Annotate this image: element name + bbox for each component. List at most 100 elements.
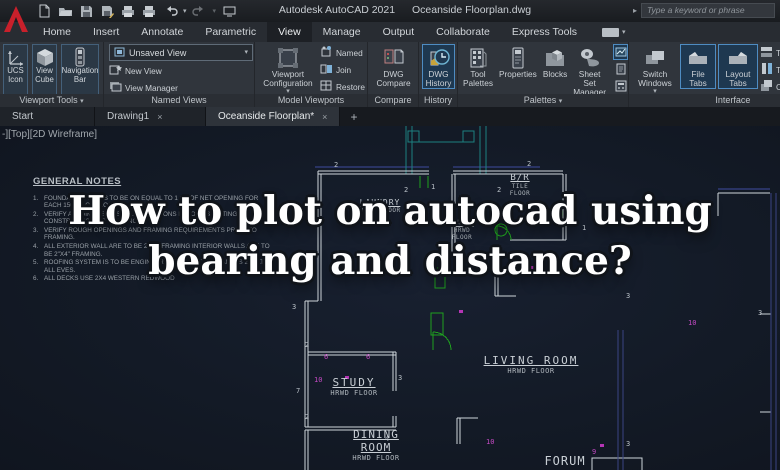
tool-palettes-button[interactable]: Tool Palettes bbox=[461, 44, 495, 89]
autocad-window: ▾ ▾ Autodesk AutoCAD 2021 Oceanside Floo… bbox=[0, 0, 780, 470]
panel-title: Interface bbox=[715, 95, 751, 105]
cascade-button[interactable]: Cascade bbox=[760, 79, 780, 94]
tab-view[interactable]: View bbox=[267, 22, 312, 42]
ribbon: UCS Icon View Cube Navigation Bar Viewpo… bbox=[0, 42, 780, 107]
save-as-icon[interactable] bbox=[99, 3, 115, 19]
redo-icon[interactable] bbox=[192, 3, 208, 19]
tag-marker: 10 bbox=[314, 376, 323, 384]
panel-named-views: Unsaved View ▾ New View View Manager Nam… bbox=[104, 42, 255, 107]
sheet-set-manager-button[interactable]: Sheet Set Manager bbox=[571, 44, 608, 94]
plot-icon[interactable] bbox=[120, 3, 136, 19]
view-manager-label: View Manager bbox=[125, 82, 178, 93]
ribbon-tab-bar: Home Insert Annotate Parametric View Man… bbox=[0, 22, 780, 42]
panel-palettes: Tool Palettes Properties Blocks Sheet Se… bbox=[458, 42, 629, 107]
dim-marker: 2 bbox=[334, 161, 339, 169]
tag-marker: 10 bbox=[688, 319, 697, 327]
tag-marker: 10 bbox=[486, 438, 495, 446]
layout-tabs-button[interactable]: Layout Tabs bbox=[718, 44, 758, 89]
view-combo[interactable]: Unsaved View ▾ bbox=[109, 44, 253, 61]
file-tab-drawing1[interactable]: Drawing1 × bbox=[95, 107, 206, 126]
calc-palette-icon[interactable] bbox=[613, 78, 628, 94]
tab-output[interactable]: Output bbox=[372, 22, 426, 42]
undo-caret-icon[interactable]: ▾ bbox=[183, 8, 187, 15]
tile-vertically-label: Tile Vertically bbox=[776, 64, 780, 75]
panel-caret-icon: ▾ bbox=[80, 98, 84, 105]
panel-footer-compare[interactable]: Compare bbox=[368, 94, 418, 107]
tab-collaborate[interactable]: Collaborate bbox=[425, 22, 501, 42]
dim-marker: 3 bbox=[398, 374, 403, 382]
save-icon[interactable] bbox=[78, 3, 94, 19]
panel-footer-named-views[interactable]: Named Views bbox=[104, 94, 254, 107]
new-drawing-tab-button[interactable]: + bbox=[340, 107, 367, 126]
named-viewports-button[interactable]: Named bbox=[320, 45, 365, 60]
ucs-icon-label: UCS Icon bbox=[7, 66, 24, 84]
search-input[interactable]: Type a keyword or phrase bbox=[641, 3, 775, 18]
file-tab-oceanside-floorplan[interactable]: Oceanside Floorplan* × bbox=[206, 107, 341, 126]
autocad-logo[interactable] bbox=[3, 2, 29, 36]
switch-windows-button[interactable]: Switch Windows ▾ bbox=[632, 44, 678, 94]
layout-tabs-label: Layout Tabs bbox=[725, 69, 751, 88]
dim-marker: 2 bbox=[305, 413, 310, 421]
viewport-configuration-label: Viewport Configuration bbox=[263, 69, 313, 88]
visual-styles-icon[interactable] bbox=[613, 44, 628, 60]
dwg-history-button[interactable]: DWG History bbox=[422, 44, 455, 89]
file-tabs-button[interactable]: File Tabs bbox=[680, 44, 716, 89]
new-view-button[interactable]: New View bbox=[109, 63, 253, 78]
view-manager-icon bbox=[109, 80, 122, 94]
file-tab-bar: Start Drawing1 × Oceanside Floorplan* × … bbox=[0, 107, 780, 126]
close-icon[interactable]: × bbox=[157, 112, 162, 122]
blocks-button[interactable]: Blocks bbox=[541, 44, 569, 80]
panel-title: Named Views bbox=[151, 95, 207, 105]
tab-insert[interactable]: Insert bbox=[82, 22, 130, 42]
tile-horizontally-button[interactable]: Tile Horizontally bbox=[760, 45, 780, 60]
tab-annotate[interactable]: Annotate bbox=[130, 22, 194, 42]
redo-caret-icon[interactable]: ▾ bbox=[213, 8, 217, 15]
close-icon[interactable]: × bbox=[322, 112, 327, 122]
dim-marker: 2 bbox=[305, 341, 310, 349]
view-cube-button[interactable]: View Cube bbox=[32, 44, 57, 94]
properties-button[interactable]: Properties bbox=[497, 44, 539, 80]
viewport-configuration-button[interactable]: Viewport Configuration ▾ bbox=[258, 44, 318, 94]
dwg-compare-label: DWG Compare bbox=[376, 69, 411, 88]
file-tab-label: Start bbox=[12, 111, 34, 122]
navigation-bar-button[interactable]: Navigation Bar bbox=[61, 44, 99, 94]
tab-express-tools[interactable]: Express Tools bbox=[501, 22, 588, 42]
tab-parametric[interactable]: Parametric bbox=[194, 22, 267, 42]
title-bar: ▾ ▾ Autodesk AutoCAD 2021 Oceanside Floo… bbox=[0, 0, 780, 22]
panel-footer-interface[interactable]: Interface bbox=[629, 94, 780, 107]
cascade-label: Cascade bbox=[776, 81, 780, 92]
markup-palette-icon[interactable] bbox=[613, 61, 628, 77]
ucs-icon-button[interactable]: UCS Icon bbox=[3, 44, 28, 94]
viewport-configuration-icon bbox=[277, 47, 299, 69]
panel-title: Viewport Tools bbox=[19, 95, 78, 105]
panel-title: Model Viewports bbox=[277, 95, 345, 105]
tab-home[interactable]: Home bbox=[32, 22, 82, 42]
panel-footer-model-viewports[interactable]: Model Viewports bbox=[255, 94, 367, 107]
palette-mini-grid bbox=[613, 44, 628, 94]
file-tab-start[interactable]: Start bbox=[0, 107, 95, 126]
open-folder-icon[interactable] bbox=[57, 3, 73, 19]
room-label-living-room: LIVING ROOM HRWD FLOOR bbox=[483, 354, 579, 375]
dwg-compare-button[interactable]: DWG Compare bbox=[371, 44, 416, 89]
tile-vertically-button[interactable]: Tile Vertically bbox=[760, 62, 780, 77]
restore-viewports-button[interactable]: Restore bbox=[320, 79, 365, 94]
panel-footer-palettes[interactable]: Palettes ▾ bbox=[458, 94, 628, 107]
search-expand-icon[interactable]: ▸ bbox=[633, 6, 637, 15]
new-file-icon[interactable] bbox=[36, 3, 52, 19]
viewport-controls[interactable]: -][Top][2D Wireframe] bbox=[2, 129, 97, 140]
ribbon-panel-toggle[interactable]: ▾ bbox=[602, 22, 626, 42]
print-icon[interactable] bbox=[141, 3, 157, 19]
drawing-canvas[interactable]: -][Top][2D Wireframe] GENERAL NOTES 1. FO… bbox=[0, 126, 780, 470]
dim-marker: 3 bbox=[626, 292, 631, 300]
panel-caret-icon: ▾ bbox=[558, 98, 563, 105]
join-viewports-button[interactable]: Join bbox=[320, 62, 365, 77]
view-manager-button[interactable]: View Manager bbox=[109, 80, 253, 94]
panel-footer-history[interactable]: History bbox=[419, 94, 457, 107]
panel-footer-viewport-tools[interactable]: Viewport Tools ▾ bbox=[0, 94, 103, 107]
presenter-icon[interactable] bbox=[221, 3, 237, 19]
tab-manage[interactable]: Manage bbox=[312, 22, 372, 42]
room-label-dining-room: DINING ROOM HRWD FLOOR bbox=[352, 428, 400, 462]
undo-icon[interactable] bbox=[162, 3, 178, 19]
help-search[interactable]: ▸ Type a keyword or phrase bbox=[633, 3, 775, 18]
join-viewports-label: Join bbox=[335, 64, 352, 75]
